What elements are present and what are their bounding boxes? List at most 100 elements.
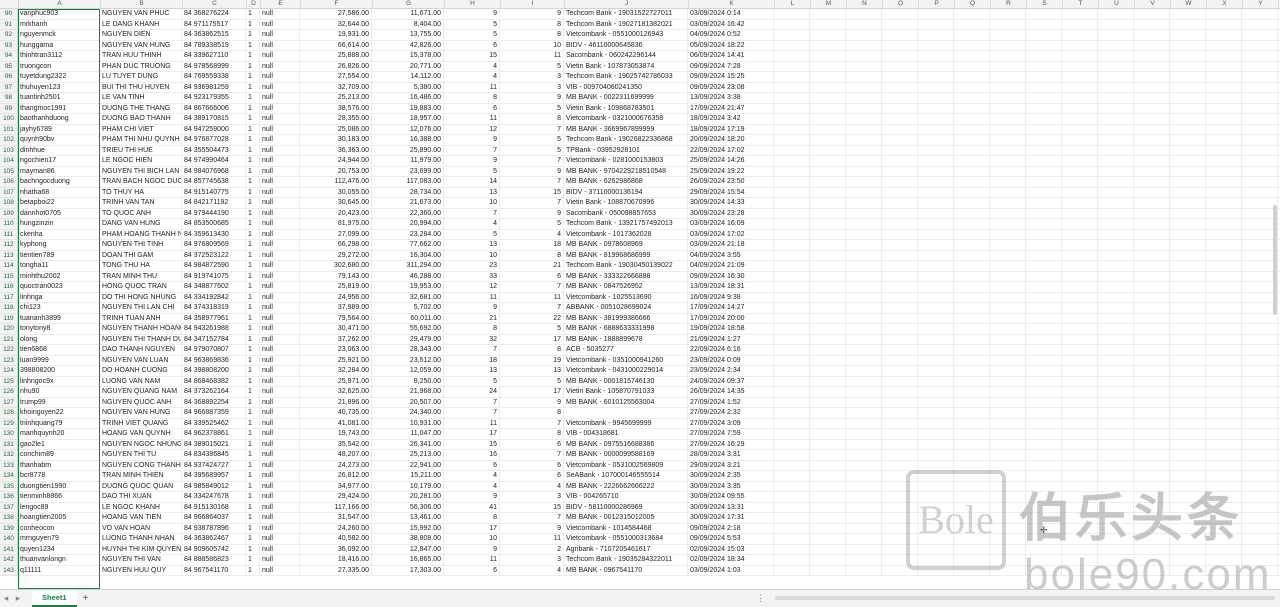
cell-t[interactable] [1062,166,1098,177]
cell-n[interactable] [846,544,882,555]
cell-p[interactable] [918,30,954,41]
cell-c[interactable]: 84 979444190 [182,208,246,219]
cell-r[interactable] [990,9,1026,20]
cell-y[interactable] [1242,355,1278,366]
cell-a[interactable]: bcr8778 [18,471,100,482]
cell-x[interactable] [1206,40,1242,51]
cell-f[interactable]: 48,207.00 [300,450,372,461]
cell-b[interactable]: PHAM THI NHU QUYNH [100,135,182,146]
cell-v[interactable] [1134,40,1170,51]
cell-w[interactable] [1170,345,1206,356]
cell-u[interactable] [1098,397,1134,408]
cell-s[interactable] [1026,135,1062,146]
cell-j[interactable]: VIB - 004265710 [564,492,688,503]
cell-y[interactable] [1242,51,1278,62]
cell-g[interactable]: 16,388.00 [372,135,444,146]
cell-j[interactable]: Vietcombank - 0431000229014 [564,366,688,377]
cell-x[interactable] [1206,124,1242,135]
cell-d[interactable]: 1 [246,534,260,545]
cell-c[interactable]: 84 938787896 [182,523,246,534]
cell-w[interactable] [1170,523,1206,534]
cell-a[interactable]: nhu90 [18,387,100,398]
cell-r[interactable] [990,492,1026,503]
cell-r[interactable] [990,544,1026,555]
cell-b[interactable]: TRAN MINH THU [100,271,182,282]
cell-j[interactable]: VIB - 009704060241350 [564,82,688,93]
cell-e[interactable]: null [260,366,300,377]
cell-o[interactable] [882,534,918,545]
cell-d[interactable]: 1 [246,418,260,429]
cell-a[interactable]: hoangtien2005 [18,513,100,524]
cell-r[interactable] [990,177,1026,188]
cell-k[interactable]: 04/09/2024 21:09 [688,261,774,272]
cell-c[interactable]: 84 398808200 [182,366,246,377]
cell-d[interactable]: 1 [246,145,260,156]
cell-v[interactable] [1134,51,1170,62]
row-number[interactable]: 117 [0,292,18,303]
cell-a[interactable]: baothanhduong [18,114,100,125]
column-header-b[interactable]: B [101,0,183,8]
cell-u[interactable] [1098,61,1134,72]
cell-t[interactable] [1062,103,1098,114]
cell-b[interactable]: VO VAN HOAN [100,523,182,534]
cell-x[interactable] [1206,9,1242,20]
cell-g[interactable]: 23,699.00 [372,166,444,177]
cell-s[interactable] [1026,219,1062,230]
cell-w[interactable] [1170,9,1206,20]
cell-t[interactable] [1062,156,1098,167]
cell-h[interactable]: 9 [444,135,500,146]
cell-j[interactable]: MB BANK - 0978608969 [564,240,688,251]
cell-o[interactable] [882,460,918,471]
cell-s[interactable] [1026,282,1062,293]
cell-r[interactable] [990,103,1026,114]
cell-c[interactable]: 84 853500685 [182,219,246,230]
cell-k[interactable]: 24/09/2024 09:37 [688,376,774,387]
cell-q[interactable] [954,198,990,209]
cell-b[interactable]: NGUYEN THI BICH LAN [100,166,182,177]
cell-q[interactable] [954,313,990,324]
cell-y[interactable] [1242,502,1278,513]
row-number[interactable]: 103 [0,145,18,156]
cell-i[interactable]: 11 [500,292,564,303]
cell-l[interactable] [774,166,810,177]
cell-u[interactable] [1098,481,1134,492]
cell-q[interactable] [954,30,990,41]
cell-q[interactable] [954,366,990,377]
add-sheet-button[interactable]: + [83,593,89,604]
cell-e[interactable]: null [260,30,300,41]
cell-e[interactable]: null [260,471,300,482]
cell-v[interactable] [1134,303,1170,314]
cell-f[interactable]: 25,888.00 [300,51,372,62]
cell-g[interactable]: 117,083.00 [372,177,444,188]
cell-r[interactable] [990,124,1026,135]
cell-w[interactable] [1170,166,1206,177]
cell-m[interactable] [810,355,846,366]
cell-f[interactable]: 117,166.00 [300,502,372,513]
cell-n[interactable] [846,219,882,230]
cell-t[interactable] [1062,313,1098,324]
cell-g[interactable]: 17,303.00 [372,565,444,576]
cell-r[interactable] [990,376,1026,387]
cell-j[interactable]: Techcom Bank - 13921757492013 [564,219,688,230]
cell-s[interactable] [1026,366,1062,377]
cell-l[interactable] [774,313,810,324]
cell-b[interactable]: LUONG VAN NAM [100,376,182,387]
row-number[interactable]: 111 [0,229,18,240]
cell-e[interactable]: null [260,450,300,461]
cell-q[interactable] [954,387,990,398]
cell-v[interactable] [1134,19,1170,30]
cell-x[interactable] [1206,534,1242,545]
cell-f[interactable]: 25,086.00 [300,124,372,135]
cell-s[interactable] [1026,261,1062,272]
cell-y[interactable] [1242,450,1278,461]
cell-n[interactable] [846,292,882,303]
cell-f[interactable]: 36,363.00 [300,145,372,156]
cell-b[interactable]: LE VAN TINH [100,93,182,104]
cell-r[interactable] [990,229,1026,240]
cell-j[interactable]: MB BANK - 3669967899999 [564,124,688,135]
cell-b[interactable]: NGUYEN VAN HUNG [100,40,182,51]
cell-c[interactable]: 84 966887359 [182,408,246,419]
cell-t[interactable] [1062,30,1098,41]
cell-v[interactable] [1134,114,1170,125]
cell-j[interactable]: Sacombank - 050098857653 [564,208,688,219]
